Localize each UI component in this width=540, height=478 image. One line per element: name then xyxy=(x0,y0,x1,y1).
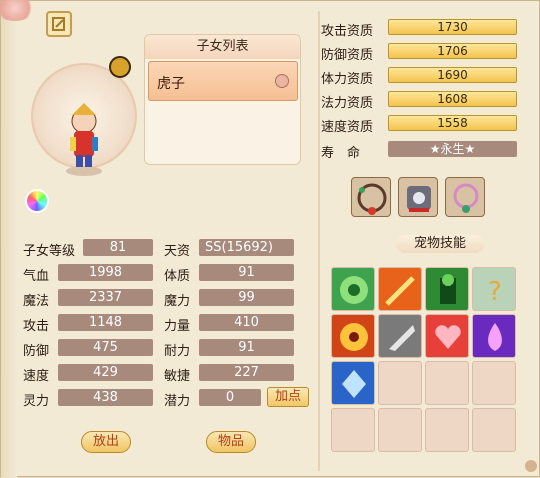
skill-sword-icon xyxy=(385,276,415,306)
equip-slot-necklace[interactable] xyxy=(351,177,391,217)
skill-crest-icon xyxy=(342,370,366,398)
skill-strike-icon xyxy=(340,323,368,351)
skill-slot-6[interactable] xyxy=(378,314,422,358)
skill-slot-empty[interactable] xyxy=(378,361,422,405)
stat-value-agility: 227 xyxy=(199,364,294,381)
list-item-label: 虎子 xyxy=(157,76,185,92)
svg-text:?: ? xyxy=(488,277,502,307)
skill-slot-empty[interactable] xyxy=(472,361,516,405)
stat-label-talent: 天资 xyxy=(164,244,191,259)
stat-label-endurance: 耐力 xyxy=(164,344,191,359)
stat-value-potential: 0 xyxy=(199,389,261,406)
stat-label-potential: 潜力 xyxy=(164,394,191,409)
aptitude-label-speed: 速度资质 xyxy=(321,120,374,135)
stat-value-speed: 429 xyxy=(58,364,153,381)
gender-badge-icon xyxy=(109,56,131,78)
add-points-button[interactable]: 加点 xyxy=(267,387,309,407)
equip-slot-armor[interactable] xyxy=(398,177,438,217)
edit-button[interactable] xyxy=(46,11,72,37)
edit-icon xyxy=(52,17,65,31)
skill-slot-7[interactable] xyxy=(425,314,469,358)
bracelet-icon xyxy=(453,183,479,213)
stat-value-attack: 1148 xyxy=(58,314,153,331)
skill-slot-empty[interactable] xyxy=(472,408,516,452)
stat-label-constitution: 体质 xyxy=(164,269,191,284)
stat-label-mp: 魔法 xyxy=(23,294,50,309)
skill-slot-8[interactable] xyxy=(472,314,516,358)
left-decoration xyxy=(1,1,17,478)
stat-value-spirit: 438 xyxy=(58,389,153,406)
aptitude-value-attack: 1730 xyxy=(388,19,517,35)
child-avatar-icon xyxy=(66,103,102,176)
skill-grid: ? xyxy=(331,267,521,457)
skill-slot-3[interactable] xyxy=(425,267,469,311)
equip-slot-bracelet[interactable] xyxy=(445,177,485,217)
stat-value-magic: 99 xyxy=(199,289,294,306)
skill-whirl-icon xyxy=(340,276,368,304)
aptitude-label-attack: 攻击资质 xyxy=(321,24,374,39)
life-label: 寿 命 xyxy=(321,146,361,161)
items-button[interactable]: 物品 xyxy=(206,431,256,453)
skill-slot-empty[interactable] xyxy=(425,361,469,405)
stat-label-hp: 气血 xyxy=(23,269,50,284)
skill-slot-empty[interactable] xyxy=(378,408,422,452)
stat-value-level: 81 xyxy=(83,239,153,256)
skill-heart-icon xyxy=(435,325,461,349)
armor-icon xyxy=(407,186,431,212)
aptitude-value-magic: 1608 xyxy=(388,91,517,107)
stat-label-magic: 魔力 xyxy=(164,294,191,309)
aptitude-value-defense: 1706 xyxy=(388,43,517,59)
aptitude-label-magic: 法力资质 xyxy=(321,96,374,111)
list-item[interactable]: 虎子 xyxy=(148,61,298,101)
skill-slot-9[interactable] xyxy=(331,361,375,405)
aptitude-value-stamina: 1690 xyxy=(388,67,517,83)
stat-value-defense: 475 xyxy=(58,339,153,356)
children-list: 子女列表 虎子 xyxy=(144,34,301,165)
stat-value-endurance: 91 xyxy=(199,339,294,356)
question-mark-icon: ? xyxy=(488,277,502,307)
panel-divider xyxy=(318,11,320,471)
stat-label-speed: 速度 xyxy=(23,369,50,384)
stat-value-hp: 1998 xyxy=(58,264,153,281)
life-value: ★永生★ xyxy=(388,141,517,157)
stat-label-spirit: 灵力 xyxy=(23,394,50,409)
release-button[interactable]: 放出 xyxy=(81,431,131,453)
stat-value-mp: 2337 xyxy=(58,289,153,306)
stat-label-strength: 力量 xyxy=(164,319,191,334)
children-list-title: 子女列表 xyxy=(145,35,300,59)
skill-slot-empty[interactable] xyxy=(331,408,375,452)
stat-label-attack: 攻击 xyxy=(23,319,50,334)
stat-label-agility: 敏捷 xyxy=(164,369,191,384)
stat-label-level: 子女等级 xyxy=(23,244,76,259)
aptitude-label-defense: 防御资质 xyxy=(321,48,374,63)
skill-flame-icon xyxy=(488,323,502,351)
stat-value-strength: 410 xyxy=(199,314,294,331)
stat-label-defense: 防御 xyxy=(23,344,50,359)
skill-giant-icon xyxy=(440,274,456,304)
aptitude-label-stamina: 体力资质 xyxy=(321,72,374,87)
child-panel: 子女列表 虎子 子女等级 81 气血 1998 魔法 2337 攻击 1148 … xyxy=(0,0,540,478)
skill-slot-1[interactable] xyxy=(331,267,375,311)
color-dye-icon[interactable] xyxy=(25,189,49,213)
flower-decoration-icon xyxy=(0,0,35,21)
aptitude-value-speed: 1558 xyxy=(388,115,517,131)
skill-blade-icon xyxy=(389,325,415,351)
skill-slot-4-unknown[interactable]: ? xyxy=(472,267,516,311)
necklace-icon xyxy=(357,183,387,215)
skill-slot-2[interactable] xyxy=(378,267,422,311)
stat-value-constitution: 91 xyxy=(199,264,294,281)
corner-decoration-icon xyxy=(525,460,537,472)
skill-slot-empty[interactable] xyxy=(425,408,469,452)
skill-slot-5[interactable] xyxy=(331,314,375,358)
stat-value-talent: SS(15692) xyxy=(199,239,294,256)
pet-skills-title: 宠物技能 xyxy=(396,235,484,253)
list-item-marker-icon xyxy=(275,74,289,88)
